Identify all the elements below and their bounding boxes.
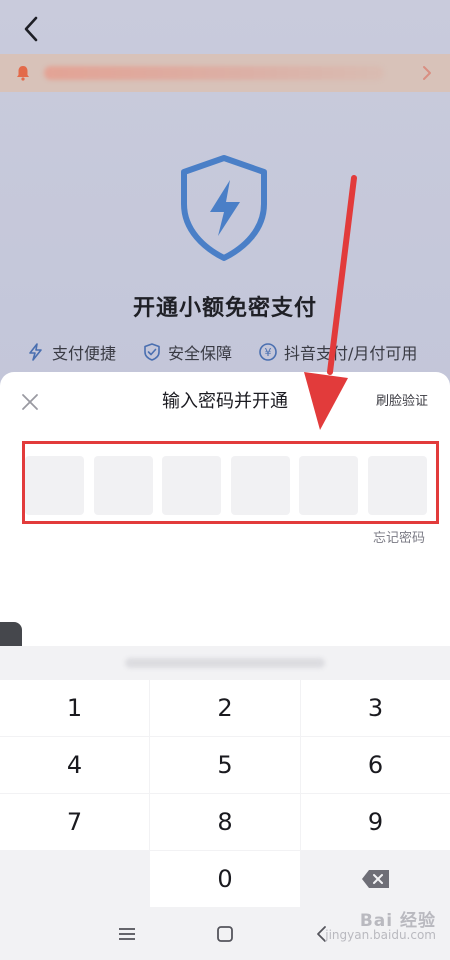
feature-item: ¥ 抖音支付/月付可用 [258,340,417,364]
feature-label: 支付便捷 [52,344,117,363]
notice-text-blurred [44,66,384,80]
feature-item: 安全保障 [142,340,232,364]
password-sheet: 输入密码并开通 刷脸验证 忘记密码 1 2 3 4 5 6 7 8 9 0 Ba… [0,372,450,960]
pin-digit-box[interactable] [25,456,84,515]
pin-digit-box[interactable] [230,456,290,515]
key-9[interactable]: 9 [301,794,450,850]
system-nav-bar: Bai 经验 jingyan.baidu.com [0,908,450,960]
watermark: Bai 经验 jingyan.baidu.com [325,911,436,943]
key-1[interactable]: 1 [0,680,149,736]
shield-lightning-icon [181,155,267,261]
pin-input[interactable] [25,456,427,516]
notice-bar[interactable] [0,54,450,92]
pin-digit-box[interactable] [299,456,359,515]
pin-digit-box[interactable] [93,456,153,515]
feature-list: 支付便捷 安全保障 ¥ 抖音支付/月付可用 [0,340,450,368]
key-4[interactable]: 4 [0,737,149,793]
face-verify-link[interactable]: 刷脸验证 [376,392,428,412]
back-arrow-icon [24,16,38,42]
key-8[interactable]: 8 [150,794,300,850]
key-3[interactable]: 3 [301,680,450,736]
key-7[interactable]: 7 [0,794,149,850]
key-2[interactable]: 2 [150,680,300,736]
bell-icon [17,66,29,81]
keypad-hint [0,646,450,680]
backspace-icon [361,870,389,888]
page-title: 开通小额免密支付 [132,296,317,321]
pin-digit-box[interactable] [162,456,222,515]
home-square-icon [217,926,233,942]
watermark-brand: Bai 经验 [359,911,436,931]
nav-home-button[interactable] [213,922,237,946]
menu-icon [119,928,135,940]
key-empty [0,851,149,907]
lightning-icon [29,343,42,361]
chevron-right-icon [423,66,431,80]
back-button[interactable] [14,12,48,46]
forgot-password-link[interactable]: 忘记密码 [373,529,425,549]
nav-menu-button[interactable] [115,922,139,946]
feature-label: 抖音支付/月付可用 [284,344,418,363]
feature-label: 安全保障 [168,344,233,363]
numeric-keypad: 1 2 3 4 5 6 7 8 9 0 [0,646,450,908]
pin-digit-box[interactable] [367,456,427,515]
key-delete[interactable] [301,851,450,907]
svg-text:¥: ¥ [265,346,272,359]
key-5[interactable]: 5 [150,737,300,793]
keypad-hint-blurred [125,658,325,668]
key-0[interactable]: 0 [150,851,300,907]
background-page: 开通小额免密支付 支付便捷 安全保障 ¥ 抖音支付/月付可用 [0,0,450,400]
key-6[interactable]: 6 [301,737,450,793]
watermark-url: jingyan.baidu.com [325,928,436,942]
yen-icon: ¥ [259,343,277,361]
shield-check-icon [144,343,160,361]
feature-item: 支付便捷 [26,340,116,364]
